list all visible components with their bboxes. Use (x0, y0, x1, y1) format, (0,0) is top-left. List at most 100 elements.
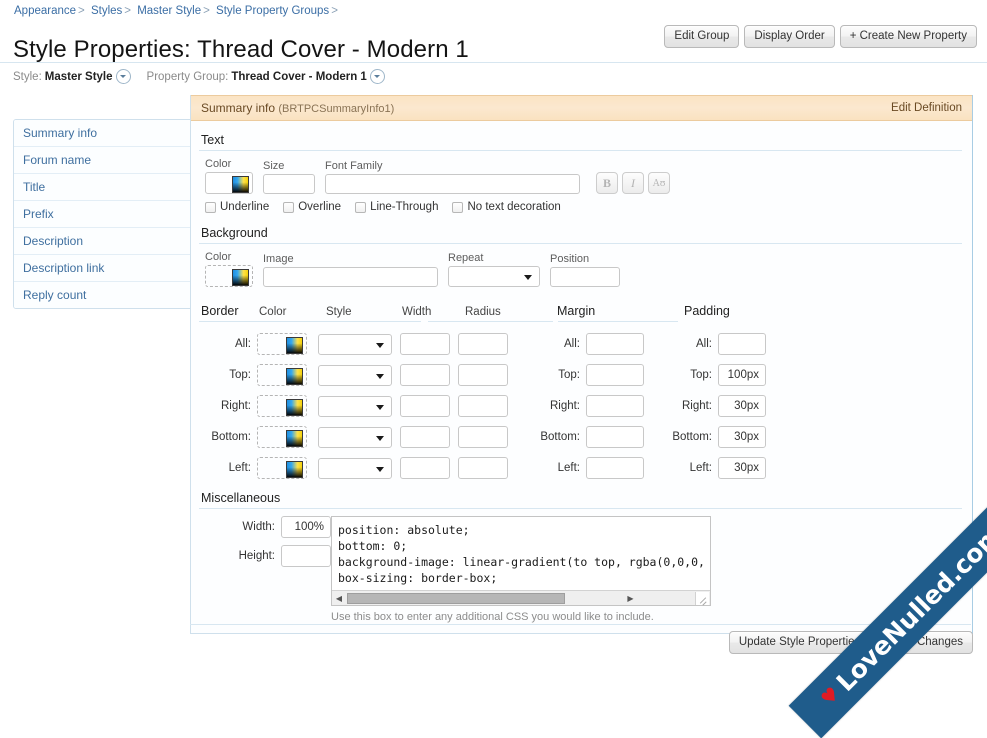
border-width-heading: Width (402, 306, 432, 318)
checkbox-icon[interactable] (452, 201, 464, 213)
misc-height-label: Height: (238, 550, 275, 562)
margin-input[interactable] (586, 364, 644, 386)
border-width-input[interactable] (400, 395, 450, 417)
background-image-label: Image (263, 253, 294, 265)
background-repeat-select[interactable] (448, 266, 540, 287)
border-style-select[interactable] (318, 395, 392, 417)
property-group-selector[interactable]: Property Group: Thread Cover - Modern 1 (147, 69, 385, 84)
panel-title: Summary info (201, 100, 276, 115)
box-model-row: Bottom: Bottom: Bottom: (199, 426, 962, 448)
checkbox-icon[interactable] (355, 201, 367, 213)
breadcrumb-separator: > (124, 5, 131, 17)
border-radius-input[interactable] (458, 364, 508, 386)
chevron-down-icon[interactable] (369, 69, 385, 84)
text-size-label: Size (263, 160, 285, 172)
margin-input[interactable] (586, 395, 644, 417)
border-radius-input[interactable] (458, 426, 508, 448)
padding-input[interactable] (718, 426, 766, 448)
breadcrumb-item-master-style[interactable]: Master Style (137, 5, 201, 17)
edit-group-button[interactable]: Edit Group (664, 25, 740, 48)
style-selector[interactable]: Style: Master Style (13, 69, 131, 84)
font-family-label: Font Family (325, 160, 383, 172)
border-color-picker[interactable] (257, 395, 307, 417)
misc-size-fields: Width: Height: (205, 516, 331, 567)
breadcrumb-item-style-property-groups[interactable]: Style Property Groups (216, 5, 329, 17)
italic-button[interactable]: I (622, 172, 644, 194)
no-text-decoration-checkbox[interactable]: No text decoration (452, 201, 561, 213)
breadcrumb-item-appearance[interactable]: Appearance (14, 5, 76, 17)
create-new-property-button[interactable]: + Create New Property (839, 25, 977, 48)
padding-input[interactable] (718, 364, 766, 386)
box-row-label: Right: (220, 400, 251, 412)
overline-label: Overline (298, 201, 342, 213)
section-divider (428, 321, 553, 322)
edit-definition-link[interactable]: Edit Definition (891, 96, 962, 120)
border-width-input[interactable] (400, 364, 450, 386)
sidebar-item-description-link[interactable]: Description link (14, 255, 192, 282)
checkbox-icon[interactable] (205, 201, 216, 213)
sidebar-item-reply-count[interactable]: Reply count (14, 282, 192, 308)
scrollbar-thumb[interactable] (347, 592, 565, 604)
border-radius-input[interactable] (458, 395, 508, 417)
border-radius-input[interactable] (458, 457, 508, 479)
scroll-left-arrow-icon[interactable]: ◀ (332, 594, 346, 603)
font-family-input[interactable] (325, 174, 580, 194)
margin-input[interactable] (586, 426, 644, 448)
chevron-down-icon[interactable] (115, 69, 131, 84)
sidebar-item-title[interactable]: Title (14, 174, 192, 201)
border-style-select[interactable] (318, 333, 392, 355)
border-radius-input[interactable] (458, 333, 508, 355)
border-color-picker[interactable] (257, 426, 307, 448)
resize-handle-icon[interactable] (695, 591, 709, 605)
sidebar-item-description[interactable]: Description (14, 228, 192, 255)
margin-row-label: All: (564, 338, 580, 350)
breadcrumb: Appearance > Styles > Master Style > Style … (14, 5, 341, 17)
padding-input[interactable] (718, 395, 766, 417)
breadcrumb-item-styles[interactable]: Styles (91, 5, 122, 17)
underline-checkbox[interactable]: Underline (205, 201, 269, 213)
border-style-select[interactable] (318, 457, 392, 479)
border-color-heading: Color (259, 306, 287, 318)
property-sidebar: Summary info Forum name Title Prefix Des… (13, 119, 193, 309)
miscellaneous-section-heading: Miscellaneous (201, 491, 281, 505)
border-width-input[interactable] (400, 457, 450, 479)
background-position-input[interactable] (550, 267, 620, 287)
border-color-picker[interactable] (257, 333, 307, 355)
section-divider (558, 321, 678, 322)
horizontal-scrollbar[interactable]: ◀ ▶ (332, 590, 710, 605)
background-image-input[interactable] (263, 267, 438, 287)
sidebar-item-forum-name[interactable]: Forum name (14, 147, 192, 174)
misc-width-input[interactable] (281, 516, 331, 538)
margin-heading: Margin (557, 304, 596, 318)
title-divider (0, 62, 987, 63)
border-color-picker[interactable] (257, 364, 307, 386)
overline-checkbox[interactable]: Overline (283, 201, 341, 213)
scroll-right-arrow-icon[interactable]: ▶ (624, 594, 638, 603)
checkbox-icon[interactable] (283, 201, 295, 213)
sidebar-item-summary-info[interactable]: Summary info (14, 120, 192, 147)
line-through-checkbox[interactable]: Line-Through (355, 201, 438, 213)
background-color-picker[interactable] (205, 265, 253, 287)
padding-input[interactable] (718, 457, 766, 479)
border-style-select[interactable] (318, 364, 392, 386)
text-transform-button[interactable]: Aʊ (648, 172, 670, 194)
box-row-label: Left: (228, 462, 251, 474)
display-order-button[interactable]: Display Order (744, 25, 835, 48)
section-divider (199, 321, 421, 322)
border-width-input[interactable] (400, 426, 450, 448)
text-size-input[interactable] (263, 174, 315, 194)
margin-input[interactable] (586, 457, 644, 479)
border-width-input[interactable] (400, 333, 450, 355)
padding-input[interactable] (718, 333, 766, 355)
custom-css-textarea[interactable]: position: absolute; bottom: 0; backgroun… (331, 516, 711, 606)
text-color-picker[interactable] (205, 172, 253, 194)
property-panel: Summary info (BRTPCSummaryInfo1) Edit De… (190, 95, 973, 634)
sidebar-item-prefix[interactable]: Prefix (14, 201, 192, 228)
margin-input[interactable] (586, 333, 644, 355)
bold-button[interactable]: B (596, 172, 618, 194)
border-style-select[interactable] (318, 426, 392, 448)
breadcrumb-separator: > (78, 5, 85, 17)
border-color-picker[interactable] (257, 457, 307, 479)
misc-height-input[interactable] (281, 545, 331, 567)
custom-css-text: position: absolute; bottom: 0; backgroun… (338, 523, 705, 585)
